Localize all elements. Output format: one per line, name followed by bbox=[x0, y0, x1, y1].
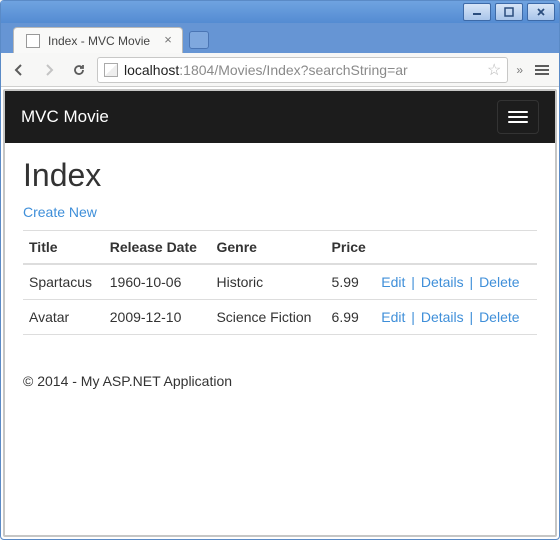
site-info-icon[interactable] bbox=[104, 63, 118, 77]
new-tab-button[interactable] bbox=[189, 31, 209, 49]
action-separator: | bbox=[464, 309, 479, 325]
cell-price: 6.99 bbox=[326, 300, 376, 335]
browser-tab[interactable]: Index - MVC Movie × bbox=[13, 27, 183, 53]
url-host: localhost bbox=[124, 62, 179, 78]
window-close-button[interactable] bbox=[527, 3, 555, 21]
url-port: :1804 bbox=[179, 62, 214, 78]
cell-genre: Science Fiction bbox=[210, 300, 325, 335]
overflow-chevron-icon[interactable]: » bbox=[514, 63, 525, 77]
movies-table: Title Release Date Genre Price Spartacus… bbox=[23, 230, 537, 335]
cell-actions: Edit | Details | Delete bbox=[375, 300, 537, 335]
window-maximize-button[interactable] bbox=[495, 3, 523, 21]
page-footer: © 2014 - My ASP.NET Application bbox=[5, 355, 555, 407]
col-title: Title bbox=[23, 231, 104, 265]
action-separator: | bbox=[405, 274, 420, 290]
page-viewport: MVC Movie Index Create New Title Release… bbox=[3, 89, 557, 537]
cell-genre: Historic bbox=[210, 264, 325, 300]
forward-button[interactable] bbox=[37, 58, 61, 82]
page-body: Index Create New Title Release Date Genr… bbox=[5, 143, 555, 355]
cell-release_date: 1960-10-06 bbox=[104, 264, 211, 300]
reload-button[interactable] bbox=[67, 58, 91, 82]
action-separator: | bbox=[405, 309, 420, 325]
edit-link[interactable]: Edit bbox=[381, 309, 405, 325]
table-row: Spartacus1960-10-06Historic5.99Edit | De… bbox=[23, 264, 537, 300]
bookmark-star-icon[interactable]: ☆ bbox=[487, 60, 501, 80]
edit-link[interactable]: Edit bbox=[381, 274, 405, 290]
window-minimize-button[interactable] bbox=[463, 3, 491, 21]
col-release-date: Release Date bbox=[104, 231, 211, 265]
site-navbar: MVC Movie bbox=[5, 91, 555, 143]
cell-release_date: 2009-12-10 bbox=[104, 300, 211, 335]
cell-title: Avatar bbox=[23, 300, 104, 335]
url-path: /Movies/Index?searchString=ar bbox=[214, 62, 407, 78]
navbar-brand[interactable]: MVC Movie bbox=[21, 107, 109, 127]
col-genre: Genre bbox=[210, 231, 325, 265]
delete-link[interactable]: Delete bbox=[479, 309, 519, 325]
toolbar: localhost:1804/Movies/Index?searchString… bbox=[1, 53, 559, 87]
cell-title: Spartacus bbox=[23, 264, 104, 300]
address-bar[interactable]: localhost:1804/Movies/Index?searchString… bbox=[97, 57, 508, 83]
col-price: Price bbox=[326, 231, 376, 265]
navbar-toggle-button[interactable] bbox=[497, 100, 539, 134]
tab-title: Index - MVC Movie bbox=[48, 34, 150, 48]
browser-window: Index - MVC Movie × localhost:1804/Movie… bbox=[0, 0, 560, 540]
chrome-menu-button[interactable] bbox=[531, 59, 553, 81]
table-header-row: Title Release Date Genre Price bbox=[23, 231, 537, 265]
details-link[interactable]: Details bbox=[421, 274, 464, 290]
col-actions bbox=[375, 231, 537, 265]
tab-close-icon[interactable]: × bbox=[162, 34, 174, 46]
cell-actions: Edit | Details | Delete bbox=[375, 264, 537, 300]
table-row: Avatar2009-12-10Science Fiction6.99Edit … bbox=[23, 300, 537, 335]
back-button[interactable] bbox=[7, 58, 31, 82]
action-separator: | bbox=[464, 274, 479, 290]
tab-strip: Index - MVC Movie × bbox=[1, 23, 559, 53]
cell-price: 5.99 bbox=[326, 264, 376, 300]
page-favicon-icon bbox=[26, 34, 40, 48]
create-new-link[interactable]: Create New bbox=[23, 204, 97, 220]
footer-text: © 2014 - My ASP.NET Application bbox=[23, 373, 232, 389]
delete-link[interactable]: Delete bbox=[479, 274, 519, 290]
details-link[interactable]: Details bbox=[421, 309, 464, 325]
page-title: Index bbox=[23, 157, 537, 194]
